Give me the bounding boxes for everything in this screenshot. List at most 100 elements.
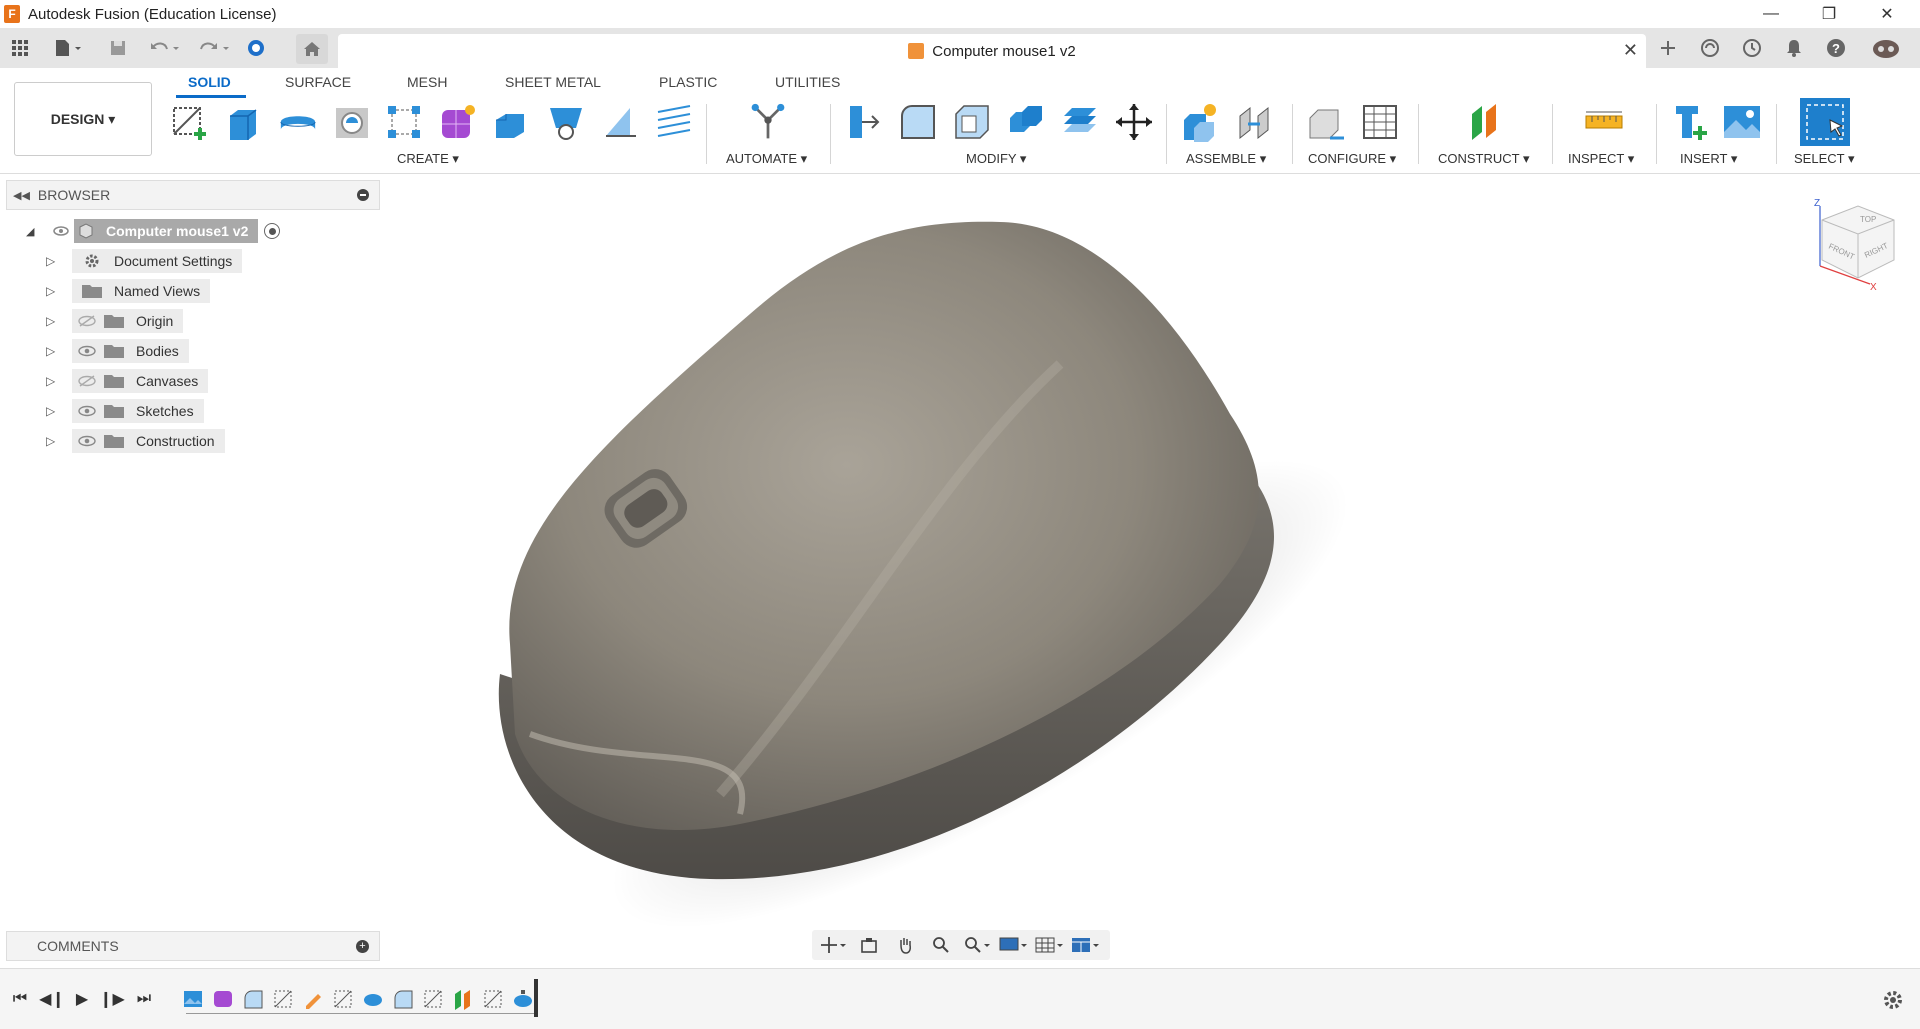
close-tab-icon[interactable]: ✕ xyxy=(1623,40,1638,61)
browser-item-named-views[interactable]: ▷ Named Views xyxy=(46,278,211,304)
box-icon[interactable] xyxy=(492,100,532,144)
insert-image-icon[interactable] xyxy=(1722,100,1762,144)
inspect-group-label[interactable]: INSPECT ▾ xyxy=(1568,151,1634,167)
expand-triangle-icon[interactable]: ▷ xyxy=(46,314,72,328)
expanded-triangle-icon[interactable]: ◢ xyxy=(26,225,48,238)
shell-icon[interactable] xyxy=(952,100,992,144)
timeline-form-feature-icon[interactable] xyxy=(212,988,234,1010)
timeline-canvas-feature-icon[interactable] xyxy=(182,988,204,1010)
add-comment-icon[interactable]: + xyxy=(356,940,369,953)
fillet-icon[interactable] xyxy=(898,100,938,144)
minimize-button[interactable]: — xyxy=(1742,0,1800,28)
select-group-label[interactable]: SELECT ▾ xyxy=(1794,151,1854,167)
configure-group-label[interactable]: CONFIGURE ▾ xyxy=(1308,151,1396,167)
timeline-play-icon[interactable]: ▶ xyxy=(70,987,94,1011)
canvas-viewport[interactable] xyxy=(380,174,1920,964)
eye-icon[interactable] xyxy=(74,405,100,417)
automate-group-label[interactable]: AUTOMATE ▾ xyxy=(726,151,807,167)
browser-item-canvases[interactable]: ▷ Canvases xyxy=(46,368,209,394)
grid-settings-icon[interactable] xyxy=(1034,933,1064,957)
zoom-window-icon[interactable] xyxy=(962,933,992,957)
modify-group-label[interactable]: MODIFY ▾ xyxy=(966,151,1026,167)
browser-item-label-box[interactable]: Named Views xyxy=(72,279,211,303)
configure-icon[interactable] xyxy=(1306,100,1346,144)
timeline-plane-feature-icon[interactable] xyxy=(452,988,474,1010)
press-pull-icon[interactable] xyxy=(844,100,884,144)
eye-icon[interactable] xyxy=(74,435,100,447)
look-at-icon[interactable] xyxy=(854,933,884,957)
insert-group-label[interactable]: INSERT ▾ xyxy=(1680,151,1737,167)
timeline-settings-gear-icon[interactable] xyxy=(1882,989,1904,1016)
create-form-icon[interactable] xyxy=(438,100,478,144)
tab-surface[interactable]: SURFACE xyxy=(285,74,351,90)
timeline-sketch2-feature-icon[interactable] xyxy=(332,988,354,1010)
help-icon[interactable]: ? xyxy=(1824,36,1848,60)
notifications-bell-icon[interactable] xyxy=(1782,36,1806,60)
create-sketch-icon[interactable] xyxy=(170,100,210,144)
eye-hidden-icon[interactable] xyxy=(74,375,100,387)
save-icon[interactable] xyxy=(106,36,130,60)
create-group-label[interactable]: CREATE ▾ xyxy=(397,151,459,167)
browser-item-label-box[interactable]: Origin xyxy=(72,309,184,333)
browser-item-construction[interactable]: ▷ Construction xyxy=(46,428,225,454)
timeline-revolve-feature-icon[interactable] xyxy=(362,988,384,1010)
revolve-icon[interactable] xyxy=(278,100,318,144)
timeline-first-icon[interactable]: ⏮ xyxy=(8,987,32,1011)
browser-item-label-box[interactable]: Canvases xyxy=(72,369,209,393)
file-menu-icon[interactable] xyxy=(50,36,86,60)
browser-item-label-box[interactable]: Document Settings xyxy=(72,249,243,273)
expand-triangle-icon[interactable]: ▷ xyxy=(46,374,72,388)
browser-root-row[interactable]: ◢ Computer mouse1 v2 xyxy=(26,218,281,244)
display-settings-icon[interactable] xyxy=(998,933,1028,957)
document-tab[interactable]: Computer mouse1 v2 ✕ xyxy=(338,34,1646,68)
joint-icon[interactable] xyxy=(1234,100,1274,144)
rib-icon[interactable] xyxy=(600,100,640,144)
viewports-icon[interactable] xyxy=(1070,933,1100,957)
timeline-fillet-feature-icon[interactable] xyxy=(242,988,264,1010)
expand-triangle-icon[interactable]: ▷ xyxy=(46,404,72,418)
extensions-icon[interactable] xyxy=(1698,36,1722,60)
thread-icon[interactable] xyxy=(654,100,694,144)
timeline-marker[interactable] xyxy=(534,979,538,1017)
new-component-icon[interactable] xyxy=(1180,100,1220,144)
configuration-table-icon[interactable] xyxy=(1360,100,1400,144)
offset-plane-icon[interactable] xyxy=(1466,100,1506,144)
close-window-button[interactable]: ✕ xyxy=(1858,0,1916,28)
zoom-icon[interactable] xyxy=(926,933,956,957)
pattern-icon[interactable] xyxy=(384,100,424,144)
offset-face-icon[interactable] xyxy=(1060,100,1100,144)
browser-item-label-box[interactable]: Sketches xyxy=(72,399,204,423)
timeline-sketch4-feature-icon[interactable] xyxy=(482,988,504,1010)
automate-icon[interactable] xyxy=(748,100,788,144)
tab-plastic[interactable]: PLASTIC xyxy=(659,74,717,90)
timeline-last-icon[interactable]: ⏭ xyxy=(132,987,156,1011)
timeline-fillet2-feature-icon[interactable] xyxy=(392,988,414,1010)
loft-icon[interactable] xyxy=(546,100,586,144)
browser-item-bodies[interactable]: ▷ Bodies xyxy=(46,338,189,364)
expand-triangle-icon[interactable]: ▷ xyxy=(46,284,72,298)
timeline-sketch-feature-icon[interactable] xyxy=(272,988,294,1010)
eye-hidden-icon[interactable] xyxy=(74,315,100,327)
new-tab-plus-icon[interactable] xyxy=(1656,36,1680,60)
measure-icon[interactable] xyxy=(1584,100,1624,144)
timeline-edit-feature-icon[interactable] xyxy=(302,988,324,1010)
orbit-icon[interactable] xyxy=(818,933,848,957)
timeline-next-icon[interactable]: ❙▶ xyxy=(99,987,125,1011)
timeline-split-feature-icon[interactable] xyxy=(512,988,534,1010)
tab-mesh[interactable]: MESH xyxy=(407,74,447,90)
pan-hand-icon[interactable] xyxy=(890,933,920,957)
app-grid-icon[interactable] xyxy=(8,36,32,60)
browser-item-sketches[interactable]: ▷ Sketches xyxy=(46,398,204,424)
tab-solid[interactable]: SOLID xyxy=(188,74,231,90)
redo-icon[interactable] xyxy=(196,36,236,60)
hole-icon[interactable] xyxy=(332,100,372,144)
viewcube-top-label[interactable]: TOP xyxy=(1860,215,1876,224)
user-avatar[interactable] xyxy=(1870,36,1902,60)
collapse-browser-icon[interactable]: ◀◀ xyxy=(13,189,30,202)
combine-icon[interactable] xyxy=(1006,100,1046,144)
eye-icon[interactable] xyxy=(74,345,100,357)
activate-radio-icon[interactable] xyxy=(264,223,281,239)
extrude-icon[interactable] xyxy=(224,100,264,144)
data-panel-icon[interactable] xyxy=(244,36,268,60)
browser-item-label-box[interactable]: Construction xyxy=(72,429,225,453)
